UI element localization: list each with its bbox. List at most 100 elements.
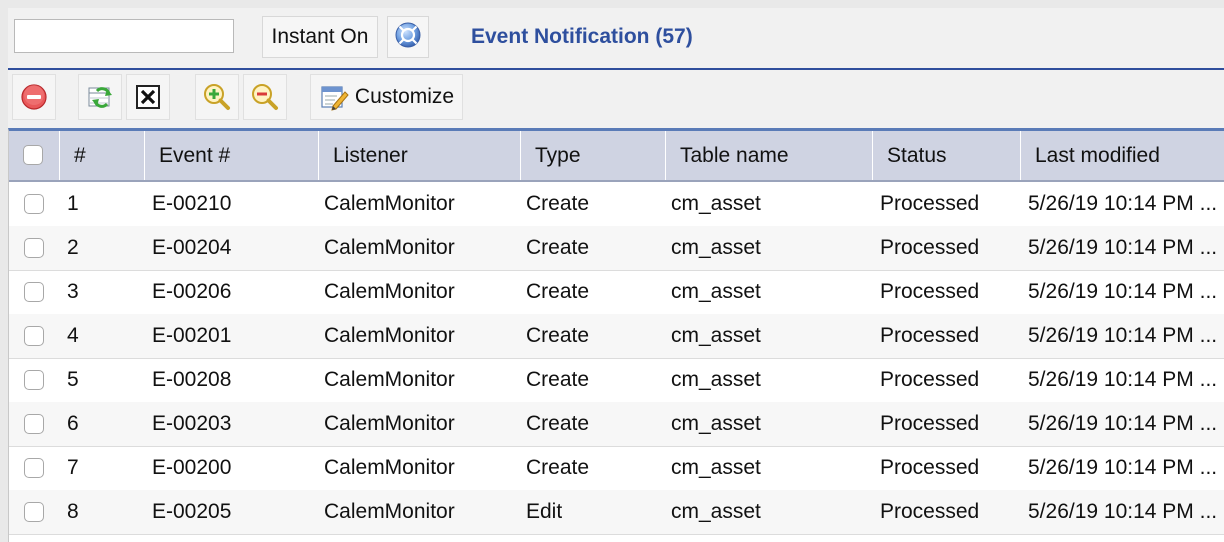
cell-listener: CalemMonitor — [324, 236, 455, 259]
cell-last-modified: 5/26/19 10:14 PM ... — [1028, 324, 1218, 347]
column-header-event[interactable]: Event # — [145, 131, 319, 180]
cell-listener: CalemMonitor — [324, 500, 455, 523]
row-checkbox[interactable] — [24, 414, 44, 434]
select-all-header — [9, 131, 60, 180]
column-header-number[interactable]: # — [60, 131, 145, 180]
page-title: Event Notification (57) — [471, 25, 693, 48]
cell-type: Create — [526, 368, 590, 391]
zoom-out-icon — [250, 82, 280, 112]
row-checkbox[interactable] — [24, 502, 44, 522]
cell-status: Processed — [880, 280, 980, 303]
help-button[interactable] — [387, 16, 429, 58]
cell-last-modified: 5/26/19 10:14 PM ... — [1028, 500, 1218, 523]
cell-listener: CalemMonitor — [324, 324, 455, 347]
cell-number: 7 — [67, 456, 79, 479]
delete-icon — [20, 83, 48, 111]
cell-table-name: cm_asset — [671, 324, 761, 347]
table-row[interactable]: 8 E-00205 CalemMonitor Edit cm_asset Processe… — [9, 490, 1224, 535]
refresh-button[interactable] — [78, 74, 122, 120]
toolbar: Customize — [8, 70, 1224, 128]
row-checkbox[interactable] — [24, 282, 44, 302]
cell-table-name: cm_asset — [671, 236, 761, 259]
cell-status: Processed — [880, 368, 980, 391]
row-checkbox[interactable] — [24, 370, 44, 390]
cell-event: E-00201 — [152, 324, 232, 347]
event-grid: # Event # Listener Type Table name Statu… — [8, 128, 1224, 542]
cell-type: Edit — [526, 500, 563, 523]
cell-listener: CalemMonitor — [324, 192, 455, 215]
cell-number: 5 — [67, 368, 79, 391]
cell-table-name: cm_asset — [671, 192, 761, 215]
cell-event: E-00204 — [152, 236, 232, 259]
row-checkbox[interactable] — [24, 238, 44, 258]
cell-status: Processed — [880, 412, 980, 435]
table-row[interactable]: 4 E-00201 CalemMonitor Create cm_asset Proces… — [9, 314, 1224, 359]
cell-last-modified: 5/26/19 10:14 PM ... — [1028, 192, 1218, 215]
table-row[interactable]: 5 E-00208 CalemMonitor Create cm_asset Proces… — [9, 358, 1224, 403]
clear-button[interactable] — [126, 74, 170, 120]
cell-status: Processed — [880, 236, 980, 259]
cell-table-name: cm_asset — [671, 500, 761, 523]
table-row[interactable]: 7 E-00200 CalemMonitor Create cm_asset Proces… — [9, 446, 1224, 491]
instant-on-button[interactable]: Instant On — [262, 16, 378, 58]
cell-table-name: cm_asset — [671, 412, 761, 435]
cell-last-modified: 5/26/19 10:14 PM ... — [1028, 368, 1218, 391]
cell-table-name: cm_asset — [671, 368, 761, 391]
cell-type: Create — [526, 324, 590, 347]
cell-listener: CalemMonitor — [324, 368, 455, 391]
column-header-status[interactable]: Status — [873, 131, 1021, 180]
cell-table-name: cm_asset — [671, 280, 761, 303]
row-checkbox[interactable] — [24, 458, 44, 478]
cell-last-modified: 5/26/19 10:14 PM ... — [1028, 280, 1218, 303]
cell-type: Create — [526, 236, 590, 259]
select-all-checkbox[interactable] — [23, 145, 43, 165]
app-window: Instant On Event Notification (57) Custo… — [8, 8, 1224, 542]
cell-status: Processed — [880, 192, 980, 215]
help-icon — [394, 21, 422, 54]
cell-table-name: cm_asset — [671, 456, 761, 479]
top-bar: Instant On Event Notification (57) — [8, 8, 1224, 70]
cell-listener: CalemMonitor — [324, 280, 455, 303]
cell-last-modified: 5/26/19 10:14 PM ... — [1028, 456, 1218, 479]
cell-event: E-00205 — [152, 500, 232, 523]
refresh-icon — [85, 82, 115, 112]
cell-number: 4 — [67, 324, 79, 347]
cell-type: Create — [526, 192, 590, 215]
cell-event: E-00206 — [152, 280, 232, 303]
cell-status: Processed — [880, 456, 980, 479]
zoom-in-icon — [202, 82, 232, 112]
column-header-type[interactable]: Type — [521, 131, 666, 180]
cell-status: Processed — [880, 500, 980, 523]
cell-status: Processed — [880, 324, 980, 347]
close-icon — [135, 84, 161, 110]
cell-last-modified: 5/26/19 10:14 PM ... — [1028, 236, 1218, 259]
zoom-out-button[interactable] — [243, 74, 287, 120]
cell-type: Create — [526, 412, 590, 435]
search-input[interactable] — [14, 19, 234, 53]
customize-label: Customize — [354, 85, 455, 108]
column-header-last-modified[interactable]: Last modified — [1021, 131, 1224, 180]
table-row[interactable]: 2 E-00204 CalemMonitor Create cm_asset Proces… — [9, 226, 1224, 271]
cell-number: 2 — [67, 236, 79, 259]
customize-button[interactable]: Customize — [310, 74, 463, 120]
table-row[interactable]: 3 E-00206 CalemMonitor Create cm_asset Proces… — [9, 270, 1224, 315]
cell-number: 3 — [67, 280, 79, 303]
column-header-table-name[interactable]: Table name — [666, 131, 873, 180]
zoom-in-button[interactable] — [195, 74, 239, 120]
cell-number: 1 — [67, 192, 79, 215]
delete-button[interactable] — [12, 74, 56, 120]
cell-type: Create — [526, 280, 590, 303]
customize-icon — [319, 82, 349, 112]
cell-listener: CalemMonitor — [324, 412, 455, 435]
table-row[interactable]: 6 E-00203 CalemMonitor Create cm_asset Proces… — [9, 402, 1224, 447]
table-row[interactable]: 1 E-00210 CalemMonitor Create cm_asset Proces… — [9, 182, 1224, 227]
row-checkbox[interactable] — [24, 194, 44, 214]
cell-number: 6 — [67, 412, 79, 435]
row-checkbox[interactable] — [24, 326, 44, 346]
cell-listener: CalemMonitor — [324, 456, 455, 479]
cell-last-modified: 5/26/19 10:14 PM ... — [1028, 412, 1218, 435]
cell-event: E-00203 — [152, 412, 232, 435]
table-header: # Event # Listener Type Table name Statu… — [9, 131, 1224, 182]
column-header-listener[interactable]: Listener — [319, 131, 521, 180]
cell-event: E-00208 — [152, 368, 232, 391]
